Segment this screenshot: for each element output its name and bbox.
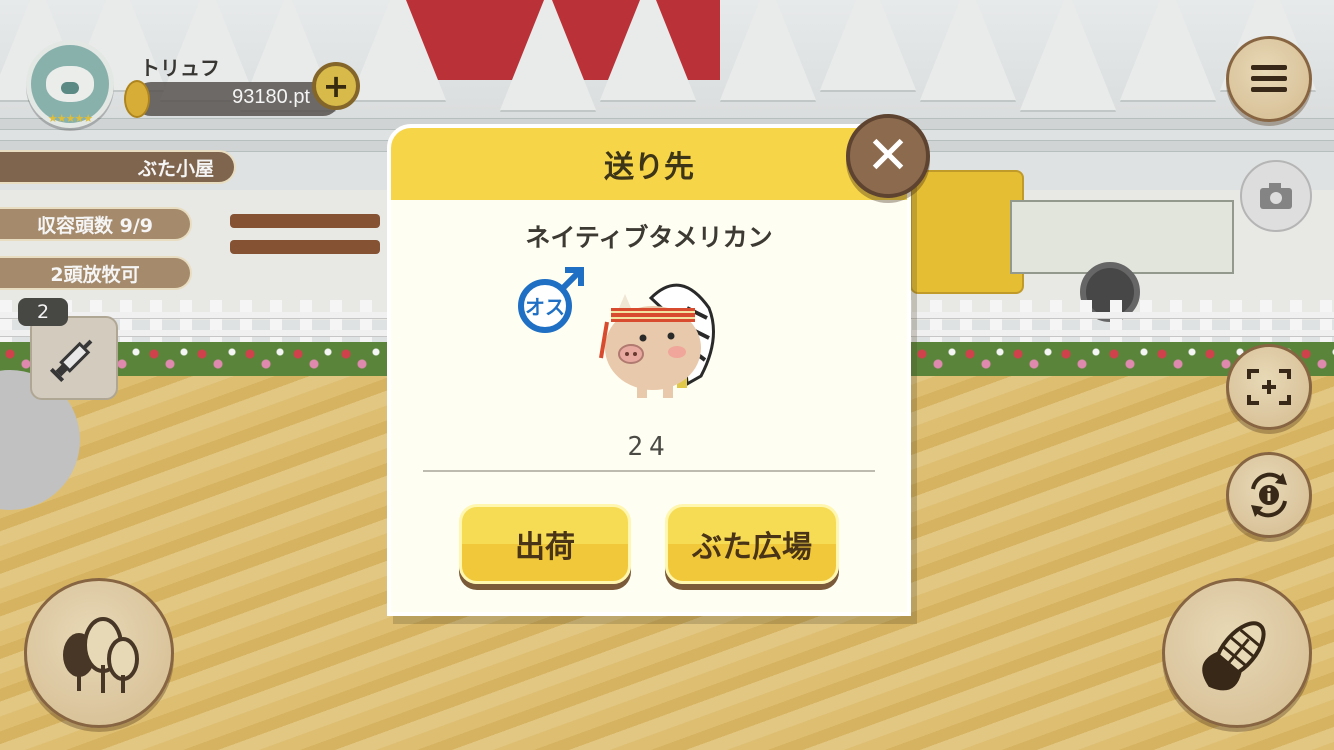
breed-name: ネイティブタメリカン	[525, 223, 773, 252]
dialog-title: 送り先	[391, 128, 907, 200]
gender-label: オス	[525, 295, 565, 319]
pig-age: 24	[627, 432, 671, 462]
pig-image	[591, 268, 731, 408]
ship-button[interactable]: 出荷	[459, 504, 631, 584]
male-icon: オス	[515, 262, 591, 338]
pig-plaza-button[interactable]: ぶた広場	[665, 504, 839, 584]
destination-dialog: 送り先 ネイティブタメリカン オス 24 出荷 ぶた広場	[387, 124, 911, 616]
divider	[423, 470, 875, 472]
close-button[interactable]: ✕	[846, 114, 930, 198]
